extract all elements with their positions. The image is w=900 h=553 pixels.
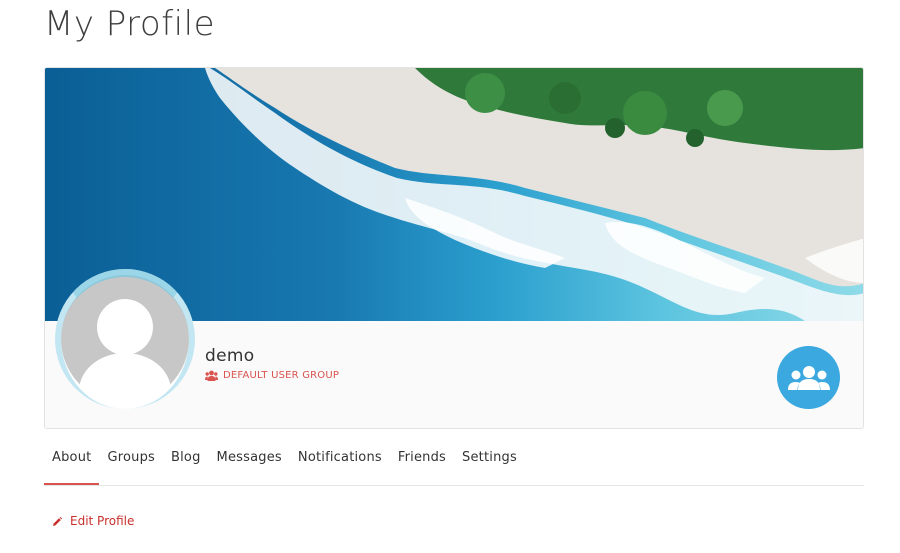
username: demo <box>205 346 255 366</box>
users-icon <box>205 370 218 381</box>
group-badge[interactable] <box>777 346 840 409</box>
tab-friends[interactable]: Friends <box>390 440 454 485</box>
user-group[interactable]: DEFAULT USER GROUP <box>205 370 339 381</box>
tab-groups[interactable]: Groups <box>99 440 163 485</box>
edit-profile-label: Edit Profile <box>70 514 135 528</box>
group-icon <box>787 365 830 390</box>
profile-tabs: About Groups Blog Messages Notifications… <box>44 440 864 486</box>
tab-settings[interactable]: Settings <box>454 440 525 485</box>
tab-messages[interactable]: Messages <box>209 440 290 485</box>
edit-profile-link[interactable]: Edit Profile <box>52 514 134 528</box>
page-title: My Profile <box>44 4 215 44</box>
user-group-label: DEFAULT USER GROUP <box>223 370 340 381</box>
tab-blog[interactable]: Blog <box>163 440 209 485</box>
tab-about[interactable]: About <box>44 440 100 485</box>
pencil-icon <box>52 516 62 526</box>
tab-notifications[interactable]: Notifications <box>290 440 390 485</box>
avatar[interactable] <box>55 269 195 409</box>
